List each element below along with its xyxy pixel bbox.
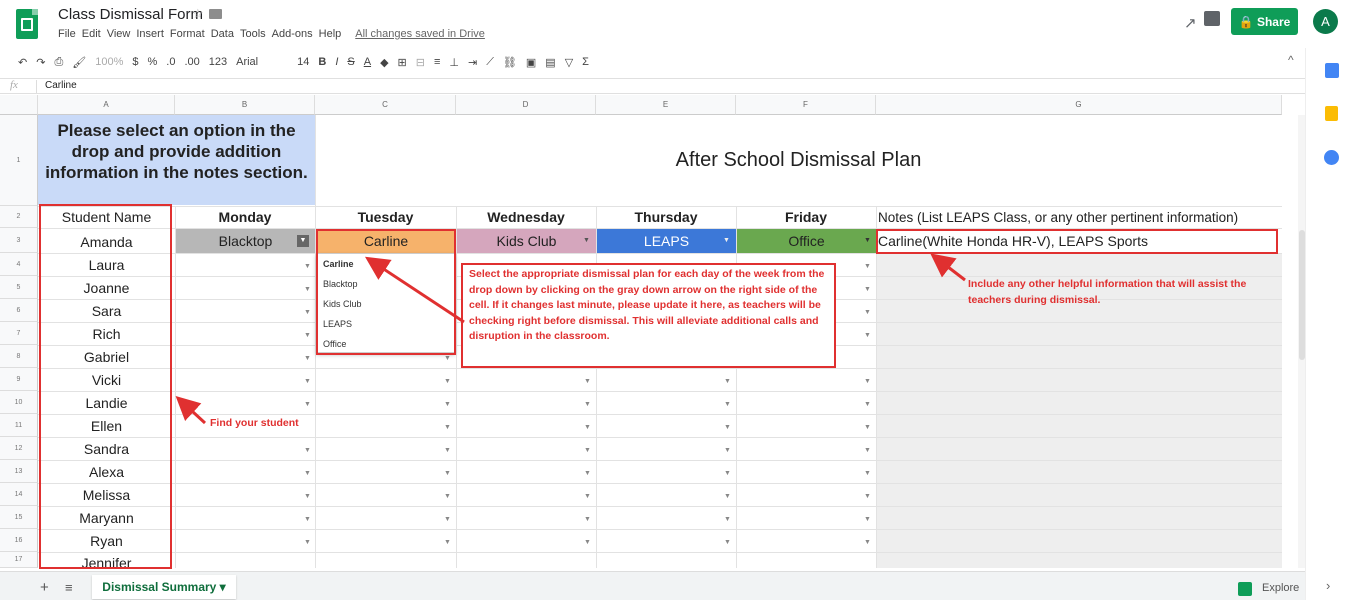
expand-panel-chevron-icon[interactable]: ›: [1326, 578, 1330, 593]
annotation-arrows: [175, 253, 966, 425]
arrow-to-notes: [930, 253, 966, 282]
arrow-to-dropdown: [364, 256, 465, 324]
sheet-tab-dismissal-summary[interactable]: Dismissal Summary ▾: [92, 575, 236, 599]
explore-icon[interactable]: [1238, 582, 1252, 596]
keep-icon[interactable]: [1325, 106, 1338, 121]
calendar-icon[interactable]: [1325, 63, 1339, 78]
all-sheets-button[interactable]: ≡: [65, 580, 73, 595]
add-sheet-button[interactable]: +: [40, 579, 49, 596]
sheet-tab-label: Dismissal Summary: [102, 580, 217, 594]
side-panel: [1305, 48, 1351, 600]
explore-button[interactable]: Explore: [1262, 582, 1299, 594]
tasks-icon[interactable]: [1324, 150, 1339, 165]
arrow-to-students: [175, 395, 207, 425]
